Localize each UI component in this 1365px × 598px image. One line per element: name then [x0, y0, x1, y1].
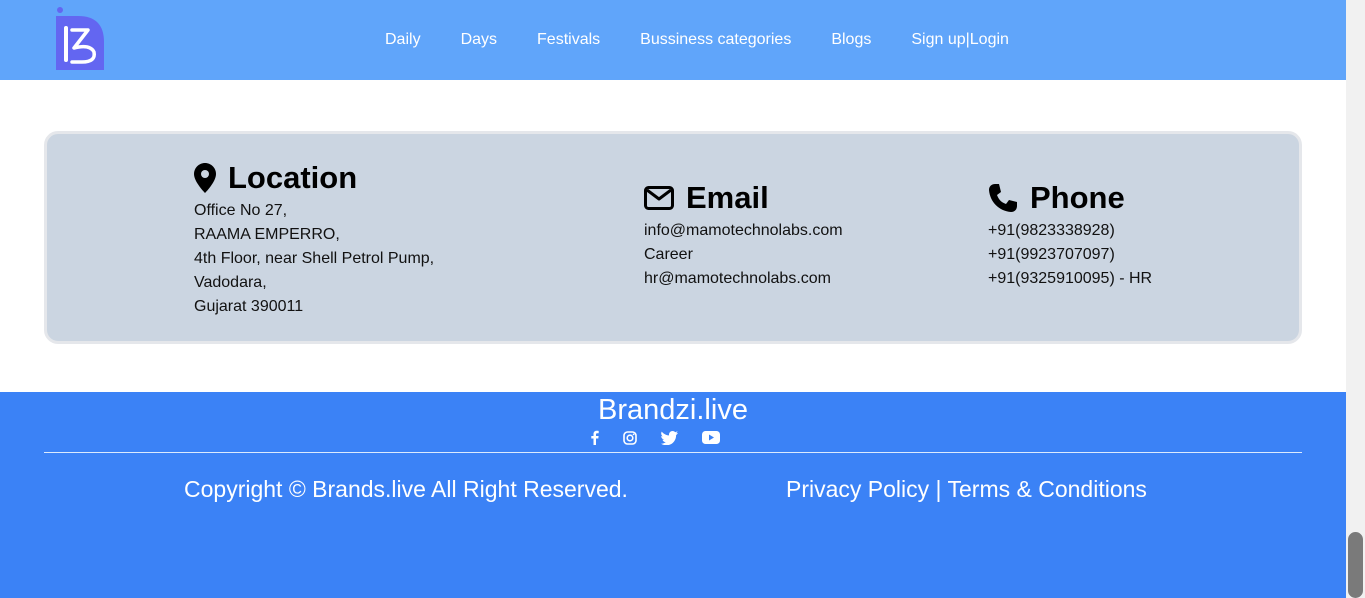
phone-number-hr[interactable]: +91(9325910095) - HR [988, 267, 1152, 291]
nav-signup-login[interactable]: Sign up|Login [911, 30, 1009, 50]
email-section: Email info@mamotechnolabs.com Career hr@… [644, 180, 843, 291]
email-career-label: Career [644, 246, 693, 263]
footer-brand: Brandzi.live [598, 394, 748, 426]
footer-divider [44, 452, 1302, 453]
contact-card: Location Office No 27, RAAMA EMPERRO, 4t… [44, 131, 1302, 344]
twitter-icon[interactable] [661, 430, 678, 450]
instagram-icon[interactable] [623, 430, 637, 450]
email-info-link[interactable]: info@mamotechnolabs.com [644, 219, 843, 243]
nav-festivals[interactable]: Festivals [537, 30, 600, 50]
email-heading: Email [644, 180, 843, 215]
brand-logo[interactable] [54, 6, 106, 70]
site-footer: Brandzi.live Copyright © Brands.live All… [0, 392, 1346, 598]
page-scrollbar[interactable] [1346, 0, 1365, 598]
legal-links: Privacy Policy | Terms & Conditions [786, 476, 1147, 503]
envelope-icon [644, 186, 674, 210]
top-navbar: Daily Days Festivals Bussiness categorie… [0, 0, 1346, 80]
location-line: RAAMA EMPERRO, [194, 226, 340, 243]
location-line: 4th Floor, near Shell Petrol Pump, [194, 250, 435, 267]
location-title: Location [228, 160, 358, 195]
youtube-icon[interactable] [702, 431, 720, 449]
terms-conditions-link[interactable]: Terms & Conditions [948, 476, 1147, 502]
nav-blogs[interactable]: Blogs [831, 30, 871, 50]
nav-days[interactable]: Days [461, 30, 497, 50]
map-pin-icon [194, 163, 216, 193]
main-nav: Daily Days Festivals Bussiness categorie… [385, 30, 1049, 50]
phone-title: Phone [1030, 180, 1125, 215]
email-hr-link[interactable]: hr@mamotechnolabs.com [644, 267, 843, 291]
location-line: Gujarat 390011 [194, 298, 304, 315]
phone-icon [988, 183, 1018, 213]
location-heading: Location [194, 160, 434, 195]
phone-number[interactable]: +91(9823338928) [988, 219, 1152, 243]
location-line: Office No 27, [194, 202, 288, 219]
location-section: Location Office No 27, RAAMA EMPERRO, 4t… [194, 160, 435, 319]
nav-business-categories[interactable]: Bussiness categories [640, 30, 791, 50]
scrollbar-thumb[interactable] [1348, 532, 1363, 598]
facebook-icon[interactable] [591, 430, 599, 450]
location-line: Vadodara, [194, 274, 267, 291]
phone-heading: Phone [988, 180, 1152, 215]
email-title: Email [686, 180, 769, 215]
nav-daily[interactable]: Daily [385, 30, 421, 50]
privacy-policy-link[interactable]: Privacy Policy [786, 476, 929, 502]
legal-separator: | [929, 476, 948, 502]
social-links [591, 430, 744, 450]
copyright-text: Copyright © Brands.live All Right Reserv… [184, 476, 628, 502]
phone-section: Phone +91(9823338928) +91(9923707097) +9… [988, 180, 1152, 291]
phone-number[interactable]: +91(9923707097) [988, 243, 1152, 267]
